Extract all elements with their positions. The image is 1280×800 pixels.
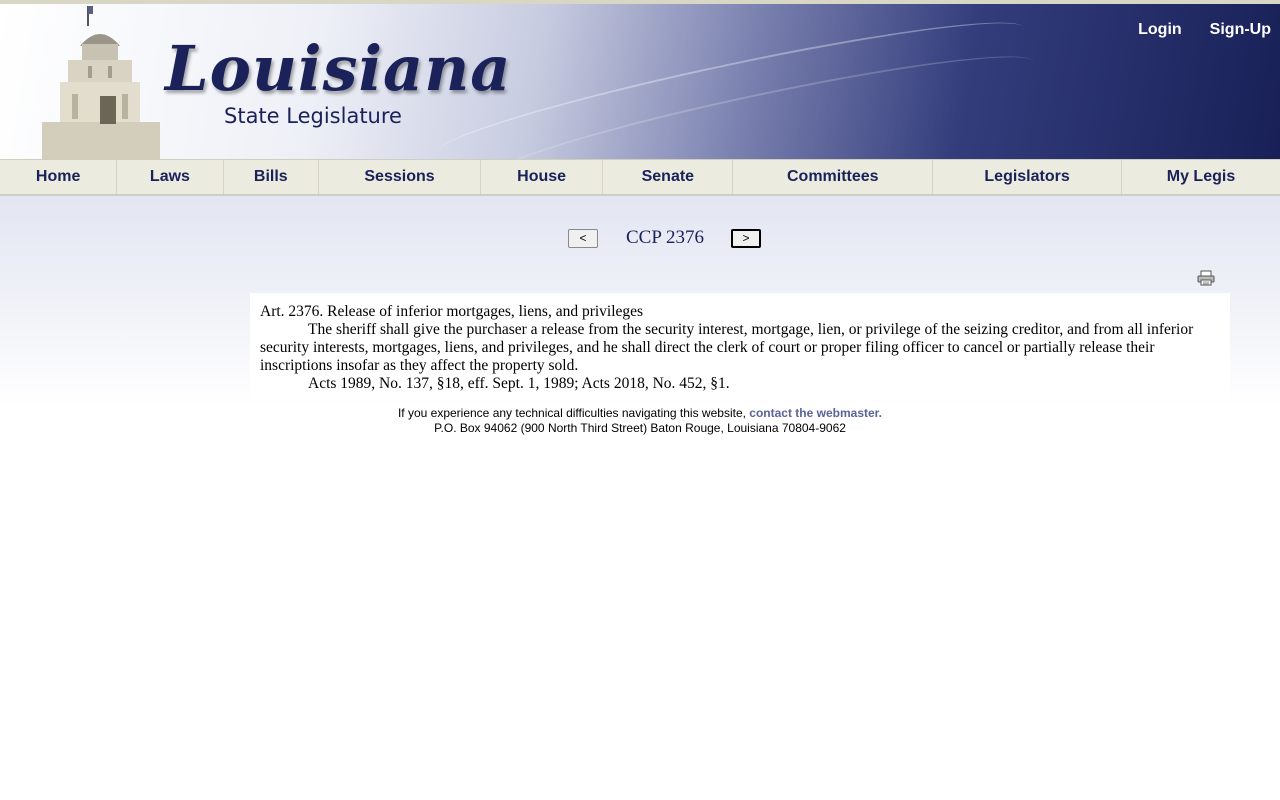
- capitol-building-image: [42, 6, 160, 159]
- nav-item-my-legis[interactable]: My Legis: [1122, 160, 1280, 194]
- nav-item-legislators[interactable]: Legislators: [933, 160, 1122, 194]
- nav-item-home[interactable]: Home: [0, 160, 118, 194]
- contact-webmaster-link[interactable]: contact the webmaster.: [749, 406, 882, 420]
- next-law-button[interactable]: >: [730, 228, 761, 248]
- previous-law-button[interactable]: <: [568, 228, 598, 248]
- main-nav: Home Laws Bills Sessions House Senate Co…: [0, 159, 1280, 196]
- footer-address: P.O. Box 94062 (900 North Third Street) …: [434, 421, 846, 435]
- site-banner: Louisiana State Legislature Login Sign-U…: [0, 4, 1280, 159]
- footer-support-line: If you experience any technical difficul…: [0, 406, 1280, 421]
- nav-item-sessions[interactable]: Sessions: [319, 160, 481, 194]
- nav-item-committees[interactable]: Committees: [733, 160, 934, 194]
- law-body: The sheriff shall give the purchaser a r…: [260, 321, 1194, 374]
- user-links: Login Sign-Up: [1138, 21, 1271, 39]
- logo-title[interactable]: Louisiana: [165, 32, 511, 105]
- law-heading: Art. 2376. Release of inferior mortgages…: [260, 303, 644, 320]
- footer-support-text: If you experience any technical difficul…: [397, 406, 746, 420]
- nav-item-bills[interactable]: Bills: [224, 160, 320, 194]
- page-footer: If you experience any technical difficul…: [0, 406, 1280, 436]
- law-history: Acts 1989, No. 137, §18, eff. Sept. 1, 1…: [308, 375, 730, 392]
- signup-link[interactable]: Sign-Up: [1210, 21, 1271, 39]
- law-pager: < CCP 2376 >: [568, 227, 761, 249]
- print-icon[interactable]: [1197, 270, 1215, 286]
- login-link[interactable]: Login: [1138, 21, 1182, 39]
- law-text-panel: Art. 2376. Release of inferior mortgages…: [250, 293, 1230, 399]
- nav-item-senate[interactable]: Senate: [603, 160, 734, 194]
- law-citation-title: CCP 2376: [626, 227, 704, 248]
- logo-subtitle[interactable]: State Legislature: [224, 104, 402, 128]
- nav-item-laws[interactable]: Laws: [117, 160, 224, 194]
- nav-item-house[interactable]: House: [481, 160, 604, 194]
